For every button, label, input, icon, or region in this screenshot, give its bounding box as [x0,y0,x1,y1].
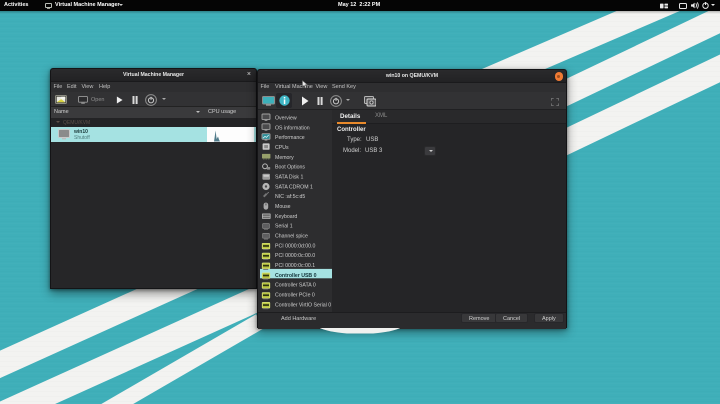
svg-text:Mouse: Mouse [275,204,291,210]
svg-text:PCI 0000:0c:00.0: PCI 0000:0c:00.0 [275,253,315,259]
svg-text:Serial 1: Serial 1 [275,223,293,229]
svg-text:Channel spice: Channel spice [275,233,308,239]
svg-text:Controller PCIe 0: Controller PCIe 0 [275,292,315,298]
svg-text:PCI 0000:0d:00.0: PCI 0000:0d:00.0 [275,243,315,249]
svg-text:PCI 0000:0c:00.1: PCI 0000:0c:00.1 [275,263,315,269]
svg-text:Keyboard: Keyboard [275,213,297,219]
svg-text:NIC :af:5c:d5: NIC :af:5c:d5 [275,194,305,200]
svg-text:CPUs: CPUs [275,145,289,151]
svg-text:Memory: Memory [275,154,294,160]
svg-text:SATA Disk 1: SATA Disk 1 [275,174,303,180]
svg-text:Performance: Performance [275,135,305,141]
svg-text:OS information: OS information [275,125,310,131]
svg-text:Controller VirtIO Serial 0: Controller VirtIO Serial 0 [275,302,331,308]
svg-text:Boot Options: Boot Options [275,164,305,170]
svg-text:Overview: Overview [275,115,297,121]
svg-text:Controller USB 0: Controller USB 0 [275,272,317,278]
svg-text:Controller SATA 0: Controller SATA 0 [275,282,316,288]
svg-text:SATA CDROM 1: SATA CDROM 1 [275,184,313,190]
